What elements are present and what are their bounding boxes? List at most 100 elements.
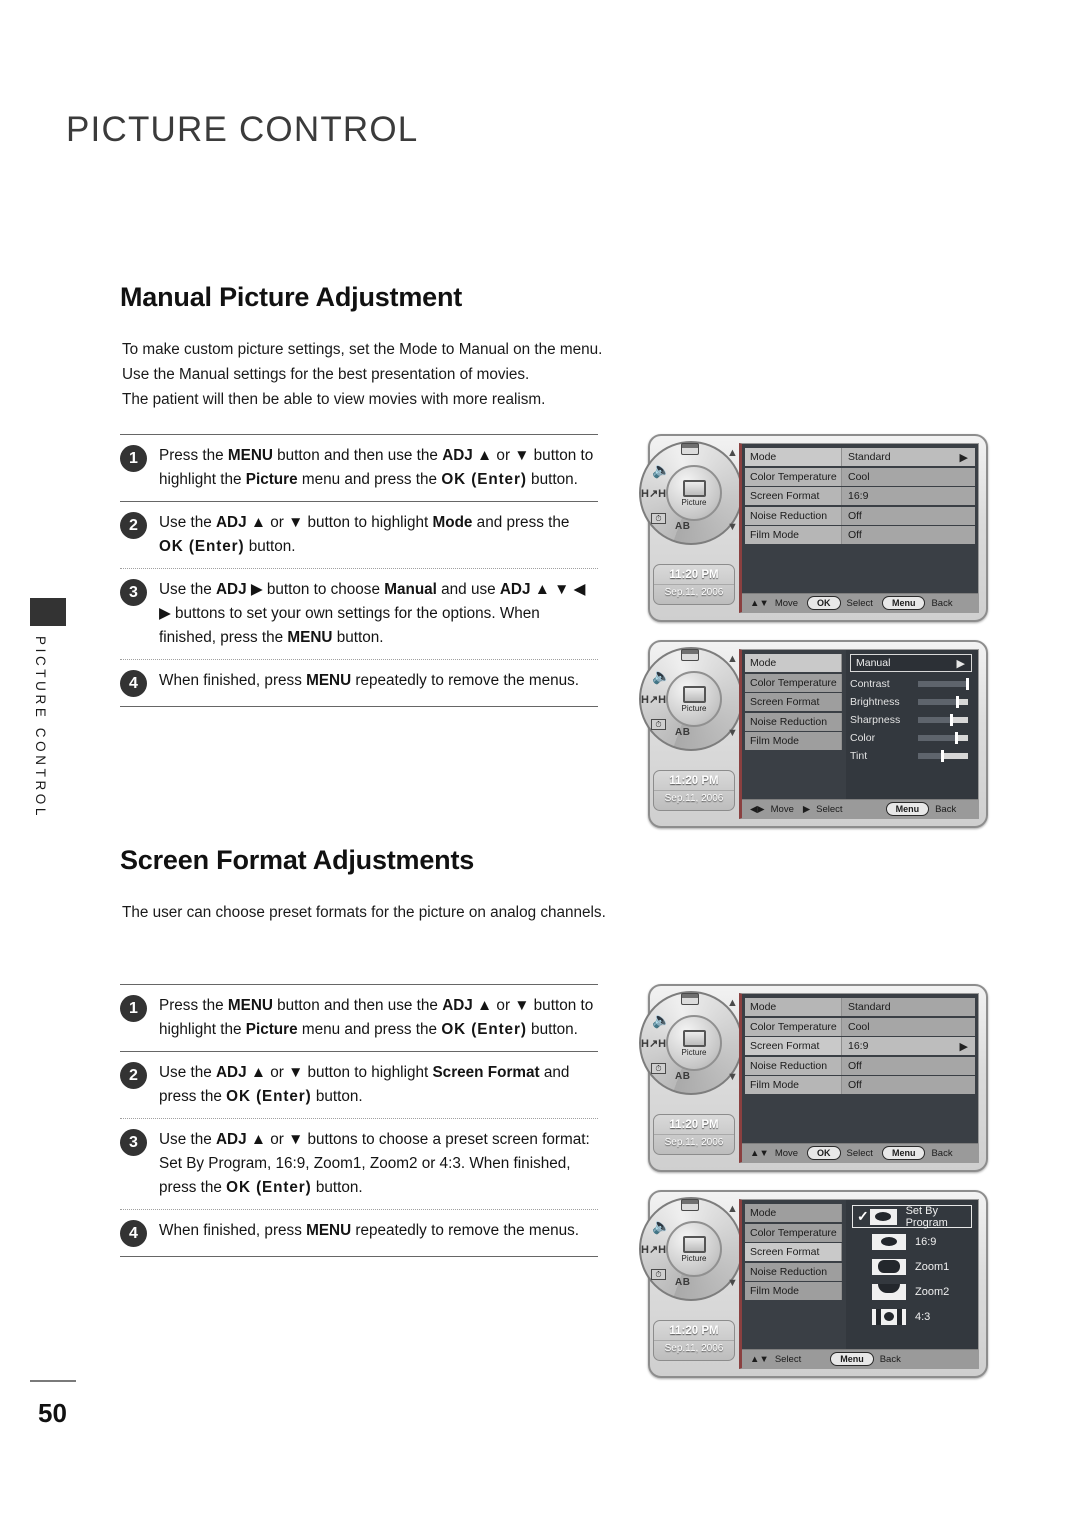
slider-row-color[interactable]: Color xyxy=(850,729,972,747)
section-title-manual-picture-adjustment: Manual Picture Adjustment xyxy=(120,282,463,312)
timer-icon: ⏱ xyxy=(651,1269,666,1280)
slider-knob[interactable] xyxy=(950,714,953,726)
menu-row-value-text: Standard xyxy=(848,451,891,463)
menu-row-mode[interactable]: Mode Standard ▶ xyxy=(745,448,975,466)
osd-screen: Mode Standard Color Temperature Cool Scr… xyxy=(739,993,979,1163)
slider-track[interactable] xyxy=(918,678,969,690)
antenna-icon: H↗H xyxy=(641,488,667,500)
format-option-set-by-program[interactable]: ✓ Set By Program xyxy=(852,1204,972,1229)
chevron-down-icon[interactable]: ▼ xyxy=(727,1071,738,1083)
chevron-up-icon[interactable]: ▲ xyxy=(727,1203,738,1215)
wheel-hub-picture[interactable]: Picture xyxy=(666,1015,722,1071)
step-number: 2 xyxy=(120,1062,147,1089)
menu-row-noise-reduction[interactable]: Noise Reduction Off xyxy=(745,1056,975,1075)
step-number: 4 xyxy=(120,670,147,697)
menu-button[interactable]: Menu xyxy=(881,1146,926,1160)
footer-label: Select xyxy=(774,1353,802,1365)
slider-row-brightness[interactable]: Brightness xyxy=(850,693,972,711)
check-icon: ✓ xyxy=(857,1208,869,1224)
osd-clock: 11:20 PM Sep.11, 2006 xyxy=(653,1114,735,1155)
slider-knob[interactable] xyxy=(941,750,944,762)
manual-settings-panel: Manual ▶ Contrast Brightness Sharpness C… xyxy=(846,650,978,799)
antenna-icon: H↗H xyxy=(641,1038,667,1050)
footer-label: Back xyxy=(931,1147,953,1159)
step-item: 1 Press the MENU button and then use the… xyxy=(120,434,598,501)
menu-button[interactable]: Menu xyxy=(830,1352,874,1366)
format-option-label: Set By Program xyxy=(905,1204,948,1229)
menu-button[interactable]: Menu xyxy=(885,802,930,816)
osd-menu-rows: Mode Standard ▶ Color Temperature Cool S… xyxy=(742,444,978,593)
aspect-zoom2-icon xyxy=(872,1283,906,1300)
step-text: Press the MENU button and then use the A… xyxy=(159,997,594,1038)
section-intro-manual: To make custom picture settings, set the… xyxy=(122,337,642,412)
side-tab-marker xyxy=(30,598,66,626)
ok-button[interactable]: OK xyxy=(807,596,841,610)
updown-arrows-icon: ▲▼ xyxy=(750,1353,769,1365)
footer-move: ◀▶ Move xyxy=(750,804,794,815)
manual-mode-value[interactable]: Manual ▶ xyxy=(850,654,972,672)
steps-bottom-rule xyxy=(120,1256,598,1257)
menu-row-film-mode[interactable]: Film Mode Off xyxy=(745,1076,975,1094)
menu-row-screen-format[interactable]: Screen Format 16:9 ▶ xyxy=(745,1037,975,1055)
menu-button[interactable]: Menu xyxy=(881,596,926,610)
slider-track[interactable] xyxy=(918,732,968,744)
menu-row-label: Color Temperature xyxy=(745,1223,842,1242)
slider-track[interactable] xyxy=(918,696,968,708)
wheel-hub-picture[interactable]: Picture xyxy=(666,671,722,727)
slider-track[interactable] xyxy=(918,750,968,762)
chevron-up-icon[interactable]: ▲ xyxy=(727,653,738,665)
chevron-down-icon[interactable]: ▼ xyxy=(727,521,738,533)
chevron-down-icon[interactable]: ▼ xyxy=(727,727,738,739)
speaker-icon: 🔈 xyxy=(652,462,671,479)
chevron-down-icon[interactable]: ▼ xyxy=(727,1277,738,1289)
menu-row-noise-reduction[interactable]: Noise Reduction Off xyxy=(745,506,975,525)
menu-row-value: Standard xyxy=(842,998,975,1016)
menu-row-color-temperature[interactable]: Color Temperature Cool xyxy=(745,467,975,486)
speaker-icon: 🔈 xyxy=(652,1012,671,1029)
slider-label: Brightness xyxy=(850,696,900,708)
menu-row-label: Screen Format xyxy=(745,1037,842,1055)
wheel-center-label: Picture xyxy=(681,1047,707,1057)
osd-body: Mode Color Temperature Screen Format Noi… xyxy=(742,650,978,799)
ok-button[interactable]: OK xyxy=(807,1146,841,1160)
format-option-zoom2[interactable]: Zoom2 xyxy=(852,1280,972,1303)
slider-row-tint[interactable]: Tint xyxy=(850,747,972,765)
format-option-zoom1[interactable]: Zoom1 xyxy=(852,1255,972,1278)
timer-icon: ⏱ xyxy=(651,719,666,730)
slider-knob[interactable] xyxy=(956,696,959,708)
slider-row-contrast[interactable]: Contrast xyxy=(850,675,972,693)
menu-row-label: Film Mode xyxy=(745,1076,842,1094)
slider-row-sharpness[interactable]: Sharpness xyxy=(850,711,972,729)
menu-row-value: Off xyxy=(842,526,975,544)
menu-row-mode[interactable]: Mode Standard xyxy=(745,998,975,1016)
page-number-rule xyxy=(30,1380,76,1382)
step-text: Use the ADJ ▲ or ▼ button to highlight S… xyxy=(159,1064,570,1105)
menu-row-film-mode[interactable]: Film Mode Off xyxy=(745,526,975,544)
aspect-zoom1-icon xyxy=(872,1258,906,1275)
osd-screenshot-picture-menu-standard: 🔈 H↗H ⏱ AB Picture ▲ ▼ 11:20 PM Sep.11, … xyxy=(639,434,988,622)
slider-label: Color xyxy=(850,732,876,744)
clock-date: Sep.11, 2006 xyxy=(654,790,734,806)
step-number: 2 xyxy=(120,512,147,539)
slider-track[interactable] xyxy=(918,714,968,726)
menu-row-label: Film Mode xyxy=(745,1282,842,1300)
step-item: 2 Use the ADJ ▲ or ▼ button to highlight… xyxy=(120,1051,598,1118)
wheel-hub-picture[interactable]: Picture xyxy=(666,465,722,521)
side-tab-label: PICTURE CONTROL xyxy=(33,636,48,820)
slider-label: Contrast xyxy=(850,678,890,690)
slider-knob[interactable] xyxy=(966,678,969,690)
chevron-up-icon[interactable]: ▲ xyxy=(727,997,738,1009)
footer-back: Menu Back xyxy=(830,1352,901,1366)
menu-row-label: Color Temperature xyxy=(745,673,842,692)
slider-knob[interactable] xyxy=(955,732,958,744)
menu-row-screen-format[interactable]: Screen Format 16:9 xyxy=(745,487,975,505)
menu-row-value-text: 16:9 xyxy=(848,1040,869,1052)
menu-row-color-temperature[interactable]: Color Temperature Cool xyxy=(745,1017,975,1036)
updown-arrows-icon: ▲▼ xyxy=(750,597,769,609)
chevron-up-icon[interactable]: ▲ xyxy=(727,447,738,459)
screen-icon xyxy=(681,649,699,661)
format-option-169[interactable]: 16:9 xyxy=(852,1230,972,1253)
format-option-43[interactable]: 4:3 xyxy=(852,1305,972,1328)
wheel-hub-picture[interactable]: Picture xyxy=(666,1221,722,1277)
step-number: 3 xyxy=(120,579,147,606)
